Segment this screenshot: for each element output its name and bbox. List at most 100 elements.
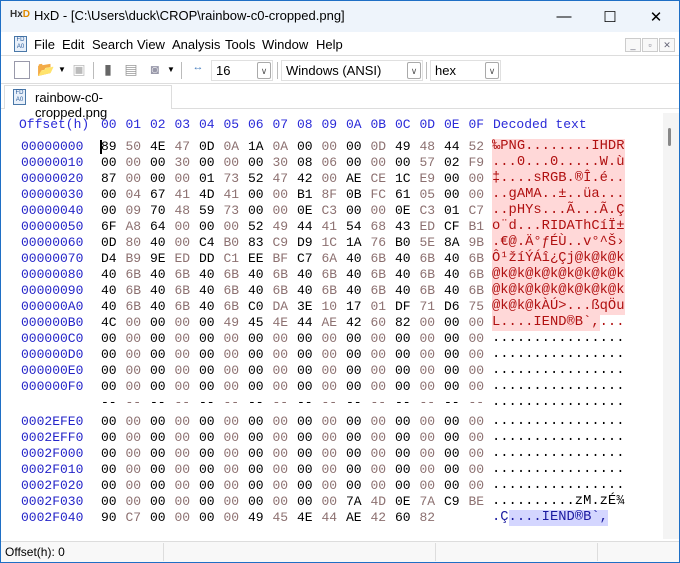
hex-byte[interactable]: 00 — [444, 379, 464, 394]
hex-row[interactable]: 00000030 00 04 67 41 4D 41 00 00 B1 8F 0B FC 61 05 00 00… — [1, 187, 661, 203]
hex-byte[interactable]: 5E — [420, 235, 440, 250]
mdi-minimize-button[interactable]: _ — [625, 38, 641, 52]
hex-byte[interactable]: 00 — [224, 414, 244, 429]
hex-byte[interactable]: -- — [150, 395, 170, 410]
hex-byte[interactable]: 0D — [371, 139, 391, 154]
hex-byte[interactable]: 67 — [150, 187, 170, 202]
hex-byte[interactable]: 42 — [346, 315, 366, 330]
save-icon[interactable]: ▣ — [71, 61, 87, 79]
hex-row[interactable]: 0002F040 90 C7 00 00 00 00 49 45 4E 44 AE 42 60 82 .Ç..… — [1, 510, 661, 526]
hex-byte[interactable]: 00 — [175, 430, 195, 445]
open-disk-icon[interactable]: ▮ — [101, 61, 115, 79]
hex-byte[interactable]: 00 — [322, 347, 342, 362]
hex-byte[interactable]: 00 — [420, 430, 440, 445]
hex-byte[interactable]: 40 — [346, 267, 366, 282]
hex-byte[interactable]: 00 — [469, 379, 489, 394]
hex-byte[interactable]: 00 — [248, 363, 268, 378]
hex-byte[interactable]: 00 — [469, 315, 489, 330]
hex-byte[interactable]: 00 — [444, 315, 464, 330]
hex-byte[interactable]: 0B — [346, 187, 366, 202]
decoded-text[interactable]: ‰PNG........IHDR — [492, 139, 624, 155]
hex-byte[interactable]: 00 — [150, 155, 170, 170]
hex-byte[interactable]: 00 — [297, 462, 317, 477]
hex-byte[interactable]: 00 — [224, 379, 244, 394]
hex-byte[interactable]: 6B — [126, 299, 146, 314]
hex-byte[interactable]: 00 — [101, 494, 121, 509]
hex-byte[interactable]: 00 — [224, 363, 244, 378]
hex-byte[interactable]: 41 — [175, 187, 195, 202]
hex-byte[interactable]: DD — [199, 251, 219, 266]
hex-byte[interactable]: 00 — [469, 363, 489, 378]
hex-byte[interactable]: 57 — [420, 155, 440, 170]
hex-byte[interactable]: 0E — [395, 494, 415, 509]
hex-byte[interactable]: 44 — [444, 139, 464, 154]
hex-byte[interactable]: C9 — [273, 235, 293, 250]
menu-tools[interactable]: Tools — [225, 37, 255, 52]
hex-byte[interactable]: 6B — [126, 283, 146, 298]
hex-row[interactable]: 000000B0 4C 00 00 00 00 49 45 4E 44 AE 42 60 82 00 00 00… — [1, 315, 661, 331]
hex-byte[interactable]: 80 — [126, 235, 146, 250]
hex-byte[interactable]: -- — [420, 395, 440, 410]
hex-byte[interactable]: 9B — [469, 235, 489, 250]
hex-byte[interactable]: 00 — [224, 478, 244, 493]
hex-byte[interactable]: 60 — [395, 510, 415, 525]
menu-view[interactable]: View — [137, 37, 165, 52]
hex-byte[interactable]: 00 — [150, 462, 170, 477]
offset-base-select[interactable]: hex ∨ — [430, 60, 501, 81]
hex-byte[interactable]: 00 — [248, 462, 268, 477]
decoded-text[interactable]: L....IEND®B`,... — [492, 315, 624, 331]
hex-byte[interactable]: 00 — [322, 494, 342, 509]
hex-byte[interactable]: 44 — [297, 219, 317, 234]
hex-byte[interactable]: 00 — [273, 462, 293, 477]
hex-byte[interactable]: 00 — [297, 478, 317, 493]
hex-byte[interactable]: 1C — [395, 171, 415, 186]
hex-byte[interactable]: -- — [224, 395, 244, 410]
hex-byte[interactable]: 6B — [322, 283, 342, 298]
hex-byte[interactable]: 42 — [297, 171, 317, 186]
hex-row[interactable]: 00000070 D4 B9 9E ED DD C1 EE BF C7 6A 40 6B 40 6B 40 6B… — [1, 251, 661, 267]
hex-byte[interactable]: 00 — [101, 478, 121, 493]
hex-byte[interactable]: 00 — [126, 414, 146, 429]
new-file-icon[interactable] — [14, 61, 30, 79]
hex-row[interactable]: 00000000 89 50 4E 47 0D 0A 1A 0A 00 00 00 0D 49 48 44 52… — [1, 139, 661, 155]
chevron-down-icon[interactable]: ∨ — [407, 62, 421, 79]
hex-byte[interactable]: 52 — [248, 219, 268, 234]
hex-byte[interactable]: 70 — [150, 203, 170, 218]
hex-byte[interactable]: 00 — [420, 363, 440, 378]
hex-byte[interactable]: 60 — [371, 315, 391, 330]
hex-byte[interactable]: 00 — [371, 446, 391, 461]
hex-byte[interactable]: -- — [469, 395, 489, 410]
hex-byte[interactable]: 00 — [371, 155, 391, 170]
hex-byte[interactable]: -- — [199, 395, 219, 410]
decoded-text[interactable]: ..pHYs...Ã...Ã.Ç — [492, 203, 624, 219]
hex-byte[interactable]: 0E — [395, 203, 415, 218]
hex-byte[interactable]: 00 — [150, 171, 170, 186]
hex-byte[interactable]: 00 — [273, 446, 293, 461]
hex-byte[interactable]: 00 — [444, 462, 464, 477]
hex-byte[interactable]: 00 — [199, 315, 219, 330]
hex-byte[interactable]: 4E — [273, 315, 293, 330]
hex-byte[interactable]: 00 — [346, 446, 366, 461]
hex-byte[interactable]: 00 — [322, 414, 342, 429]
hex-row[interactable]: 00000010 00 00 00 30 00 00 00 30 08 06 00 00 00 57 02 F9… — [1, 155, 661, 171]
hex-byte[interactable]: 00 — [224, 155, 244, 170]
hex-byte[interactable]: 00 — [346, 379, 366, 394]
hex-byte[interactable]: 40 — [248, 283, 268, 298]
menu-window[interactable]: Window — [262, 37, 308, 52]
hex-byte[interactable]: 00 — [248, 155, 268, 170]
hex-byte[interactable]: B0 — [224, 235, 244, 250]
hex-byte[interactable]: -- — [175, 395, 195, 410]
hex-byte[interactable]: 6B — [420, 283, 440, 298]
hex-byte[interactable]: 00 — [175, 462, 195, 477]
hex-byte[interactable]: 00 — [297, 446, 317, 461]
hex-byte[interactable]: 00 — [322, 446, 342, 461]
hex-byte[interactable]: 44 — [297, 315, 317, 330]
hex-byte[interactable]: 00 — [101, 379, 121, 394]
hex-byte[interactable]: 00 — [248, 203, 268, 218]
hex-byte[interactable]: 00 — [297, 347, 317, 362]
hex-byte[interactable]: 00 — [224, 462, 244, 477]
hex-row[interactable]: 000000F0 00 00 00 00 00 00 00 00 00 00 00 00 00 00 00 00… — [1, 379, 661, 395]
hex-byte[interactable]: AE — [322, 315, 342, 330]
hex-byte[interactable]: C7 — [297, 251, 317, 266]
hex-row[interactable]: 000000C0 00 00 00 00 00 00 00 00 00 00 00 00 00 00 00 00… — [1, 331, 661, 347]
